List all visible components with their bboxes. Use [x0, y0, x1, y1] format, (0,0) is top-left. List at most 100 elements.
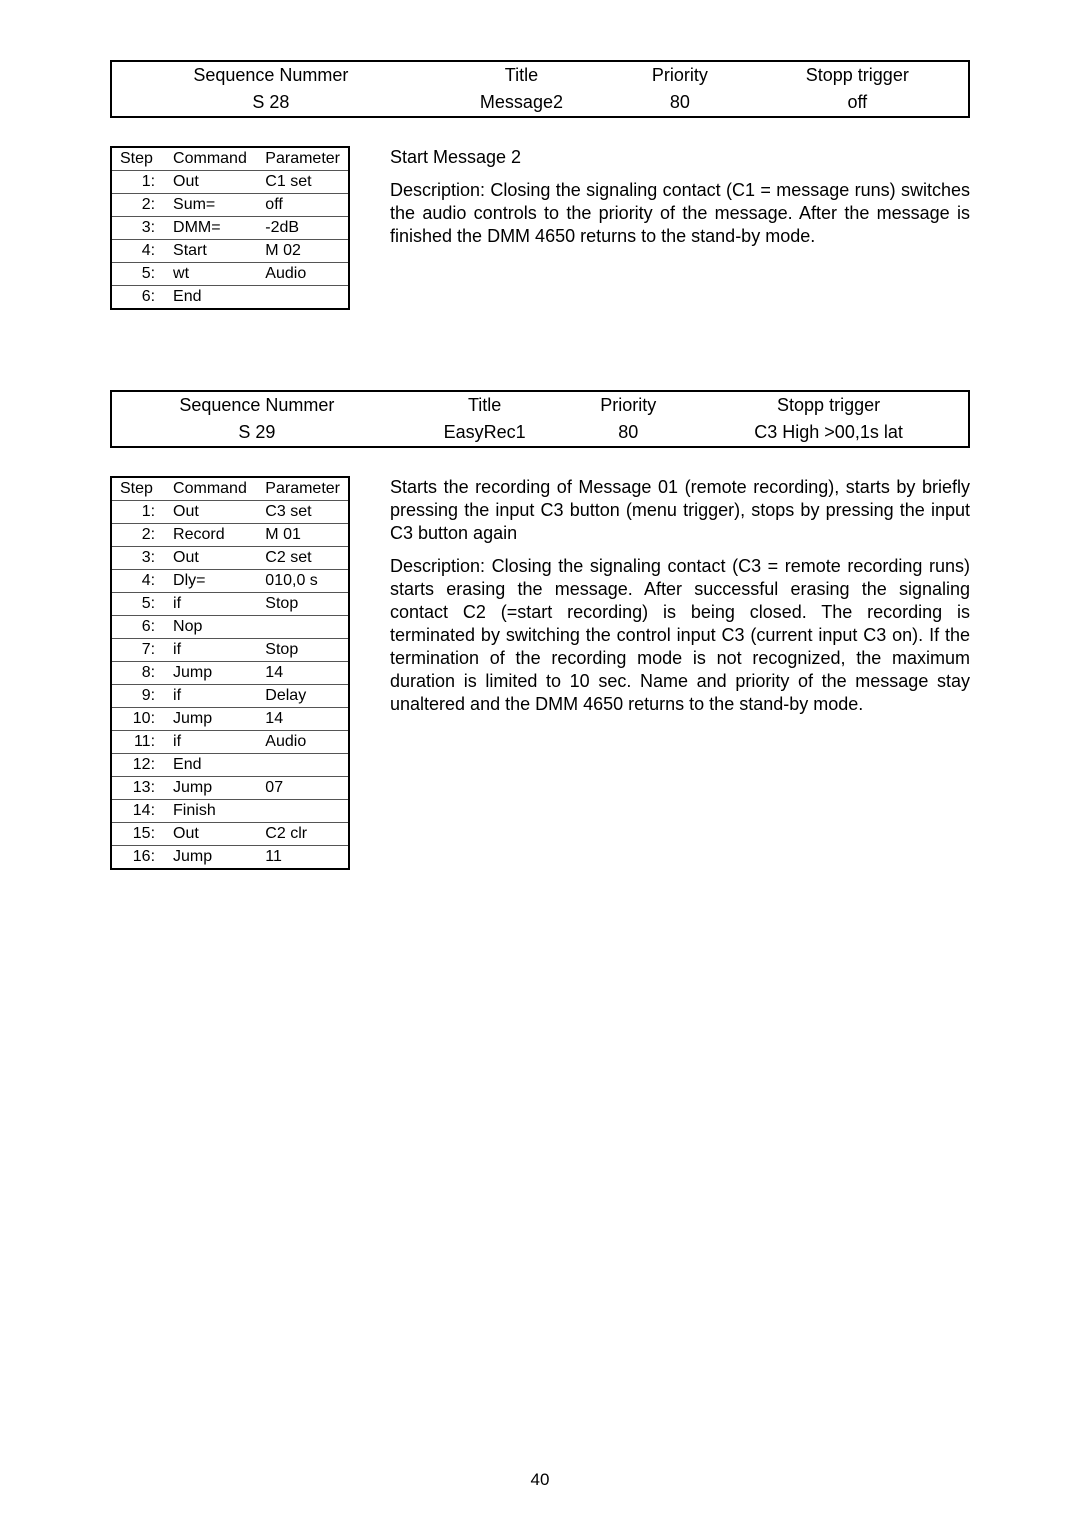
steps1-h-cmd: Command: [165, 147, 257, 171]
step-cell: 6:: [111, 616, 165, 639]
parameter-cell: [257, 754, 349, 777]
command-cell: End: [165, 286, 257, 310]
seq2-h1: Sequence Nummer: [111, 391, 402, 419]
table-row: 13:Jump07: [111, 777, 349, 800]
table-row: 15:OutC2 clr: [111, 823, 349, 846]
step-cell: 13:: [111, 777, 165, 800]
table-row: 5:ifStop: [111, 593, 349, 616]
table-row: 3:DMM=-2dB: [111, 217, 349, 240]
step-cell: 11:: [111, 731, 165, 754]
command-cell: Nop: [165, 616, 257, 639]
sequence-header-1: Sequence Nummer Title Priority Stopp tri…: [110, 60, 970, 118]
command-cell: Jump: [165, 708, 257, 731]
step-cell: 8:: [111, 662, 165, 685]
step-cell: 3:: [111, 547, 165, 570]
step-cell: 2:: [111, 194, 165, 217]
table-row: 4:Dly=010,0 s: [111, 570, 349, 593]
step-cell: 4:: [111, 570, 165, 593]
command-cell: wt: [165, 263, 257, 286]
parameter-cell: Stop: [257, 593, 349, 616]
parameter-cell: [257, 286, 349, 310]
step-cell: 15:: [111, 823, 165, 846]
table-row: 12:End: [111, 754, 349, 777]
command-cell: Out: [165, 823, 257, 846]
command-cell: End: [165, 754, 257, 777]
table-row: 6:End: [111, 286, 349, 310]
command-cell: Jump: [165, 777, 257, 800]
steps2-h-step: Step: [111, 477, 165, 501]
step-cell: 9:: [111, 685, 165, 708]
command-cell: Start: [165, 240, 257, 263]
parameter-cell: 010,0 s: [257, 570, 349, 593]
parameter-cell: M 02: [257, 240, 349, 263]
parameter-cell: Audio: [257, 731, 349, 754]
table-row: 14:Finish: [111, 800, 349, 823]
command-cell: if: [165, 593, 257, 616]
command-cell: Out: [165, 171, 257, 194]
seq1-v1: S 28: [111, 89, 430, 117]
steps-table-2: Step Command Parameter 1:OutC3 set2:Reco…: [110, 476, 350, 870]
step-cell: 2:: [111, 524, 165, 547]
seq2-h3: Priority: [567, 391, 689, 419]
parameter-cell: C2 set: [257, 547, 349, 570]
table-row: 1:OutC1 set: [111, 171, 349, 194]
table-row: 1:OutC3 set: [111, 501, 349, 524]
command-cell: Out: [165, 501, 257, 524]
parameter-cell: 14: [257, 708, 349, 731]
seq1-v4: off: [747, 89, 969, 117]
table-row: 9:ifDelay: [111, 685, 349, 708]
table-row: 6:Nop: [111, 616, 349, 639]
command-cell: Out: [165, 547, 257, 570]
seq1-h4: Stopp trigger: [747, 61, 969, 89]
command-cell: Sum=: [165, 194, 257, 217]
step-cell: 1:: [111, 501, 165, 524]
table-row: 5:wtAudio: [111, 263, 349, 286]
step-cell: 10:: [111, 708, 165, 731]
parameter-cell: C2 clr: [257, 823, 349, 846]
parameter-cell: off: [257, 194, 349, 217]
parameter-cell: Stop: [257, 639, 349, 662]
step-cell: 7:: [111, 639, 165, 662]
step-cell: 6:: [111, 286, 165, 310]
steps1-h-step: Step: [111, 147, 165, 171]
table-row: 8:Jump14: [111, 662, 349, 685]
parameter-cell: C3 set: [257, 501, 349, 524]
seq1-v3: 80: [613, 89, 746, 117]
parameter-cell: -2dB: [257, 217, 349, 240]
seq2-h2: Title: [402, 391, 568, 419]
parameter-cell: 07: [257, 777, 349, 800]
command-cell: Dly=: [165, 570, 257, 593]
command-cell: Finish: [165, 800, 257, 823]
table-row: 4:StartM 02: [111, 240, 349, 263]
step-cell: 12:: [111, 754, 165, 777]
seq2-v1: S 29: [111, 419, 402, 447]
table-row: 11:ifAudio: [111, 731, 349, 754]
step-cell: 5:: [111, 593, 165, 616]
table-row: 16:Jump11: [111, 846, 349, 870]
table-row: 10:Jump14: [111, 708, 349, 731]
command-cell: if: [165, 639, 257, 662]
parameter-cell: Audio: [257, 263, 349, 286]
step-cell: 5:: [111, 263, 165, 286]
page-number: 40: [0, 1470, 1080, 1490]
parameter-cell: 14: [257, 662, 349, 685]
command-cell: Jump: [165, 846, 257, 870]
seq1-h2: Title: [430, 61, 613, 89]
seq2-v3: 80: [567, 419, 689, 447]
seq1-h1: Sequence Nummer: [111, 61, 430, 89]
step-cell: 14:: [111, 800, 165, 823]
steps2-h-param: Parameter: [257, 477, 349, 501]
parameter-cell: [257, 616, 349, 639]
easyrec1-p2: Description: Closing the signaling conta…: [390, 555, 970, 716]
step-cell: 4:: [111, 240, 165, 263]
command-cell: DMM=: [165, 217, 257, 240]
command-cell: Jump: [165, 662, 257, 685]
table-row: 2:Sum=off: [111, 194, 349, 217]
parameter-cell: Delay: [257, 685, 349, 708]
sequence-header-2: Sequence Nummer Title Priority Stopp tri…: [110, 390, 970, 448]
command-cell: if: [165, 685, 257, 708]
parameter-cell: M 01: [257, 524, 349, 547]
seq1-v2: Message2: [430, 89, 613, 117]
parameter-cell: [257, 800, 349, 823]
steps-table-1: Step Command Parameter 1:OutC1 set2:Sum=…: [110, 146, 350, 310]
